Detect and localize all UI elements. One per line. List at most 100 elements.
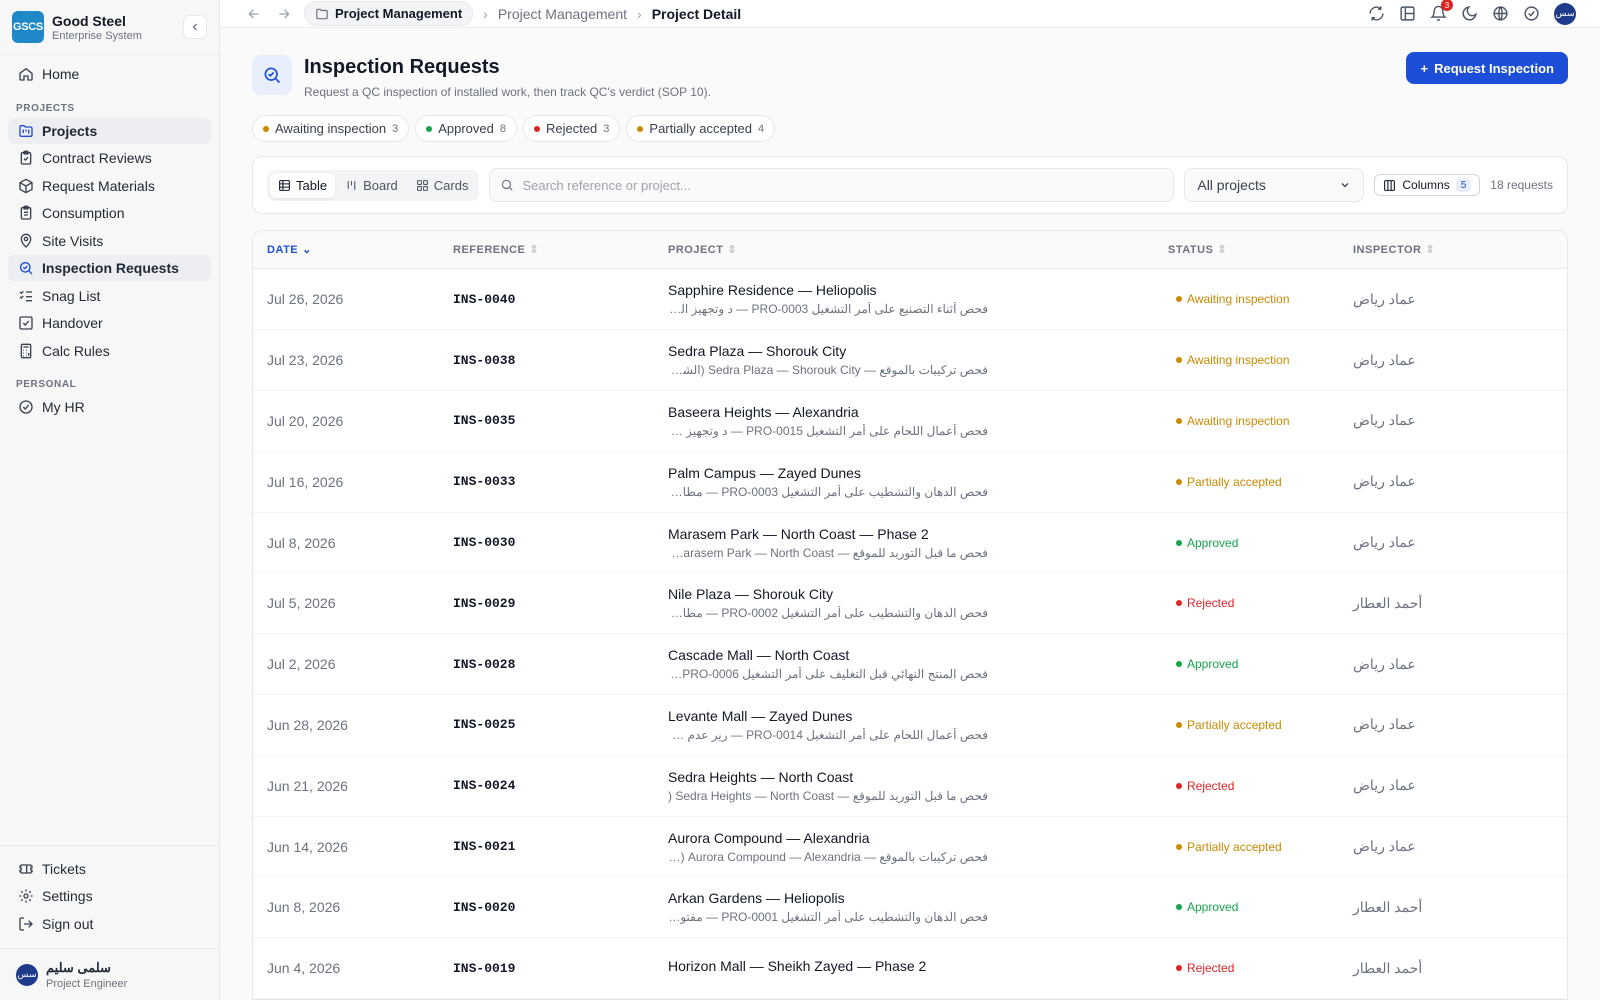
status-badge: Partially accepted	[1168, 475, 1353, 489]
sidebar-item-site-visits[interactable]: Site Visits	[8, 228, 211, 254]
sidebar-item-inspection-requests[interactable]: Inspection Requests	[8, 255, 211, 281]
cell-reference[interactable]: INS-0029	[453, 596, 668, 611]
cell-inspector: عماد رياض	[1353, 351, 1416, 368]
project-name: Sapphire Residence — Heliopolis	[668, 282, 877, 299]
column-header-inspector[interactable]: INSPECTOR ⇕	[1353, 243, 1553, 257]
check-square-icon	[18, 315, 34, 331]
column-header-project[interactable]: PROJECT ⇕	[668, 243, 1168, 257]
table-row[interactable]: Jun 14, 2026 INS-0021 Aurora Compound — …	[253, 817, 1567, 878]
chip-approved[interactable]: Approved 8	[415, 115, 517, 143]
sidebar-item-tickets[interactable]: Tickets	[8, 856, 211, 882]
table-row[interactable]: Jul 26, 2026 INS-0040 Sapphire Residence…	[253, 269, 1567, 331]
cell-reference[interactable]: INS-0024	[453, 778, 668, 793]
table-row[interactable]: Jun 8, 2026 INS-0020 Arkan Gardens — Hel…	[253, 877, 1567, 939]
table-row[interactable]: Jun 4, 2026 INS-0019 Horizon Mall — Shei…	[253, 938, 1567, 999]
project-filter-select[interactable]: All projects	[1184, 168, 1365, 203]
breadcrumb-module-pill[interactable]: Project Management	[304, 1, 474, 27]
globe-icon[interactable]	[1492, 5, 1509, 22]
status-dot	[1176, 600, 1182, 607]
status-dot	[426, 125, 433, 132]
status-badge: Awaiting inspection	[1168, 292, 1353, 306]
sidebar-item-handover[interactable]: Handover	[8, 310, 211, 336]
sidebar-item-home[interactable]: Home	[8, 61, 211, 87]
cell-date: Jun 28, 2026	[267, 716, 348, 733]
table-row[interactable]: Jul 8, 2026 INS-0030 Marasem Park — Nort…	[253, 513, 1567, 574]
cell-inspector: عماد رياض	[1353, 473, 1416, 490]
sidebar-item-sign-out[interactable]: Sign out	[8, 911, 211, 937]
cell-date: Jun 8, 2026	[267, 899, 341, 916]
sidebar-item-contract-reviews[interactable]: Contract Reviews	[8, 145, 211, 171]
cell-reference[interactable]: INS-0038	[453, 353, 668, 368]
clipboard-list-icon	[18, 205, 34, 221]
sidebar-item-settings[interactable]: Settings	[8, 883, 211, 909]
cell-project: Horizon Mall — Sheikh Zayed — Phase 2	[668, 958, 1168, 978]
sidebar-item-label: Home	[42, 66, 80, 82]
collapse-sidebar-button[interactable]	[183, 15, 207, 39]
cell-reference[interactable]: INS-0019	[453, 961, 668, 976]
request-inspection-button[interactable]: + Request Inspection	[1406, 52, 1568, 85]
table-row[interactable]: Jul 2, 2026 INS-0028 Cascade Mall — Nort…	[253, 634, 1567, 696]
chip-partially-accepted[interactable]: Partially accepted 4	[626, 115, 776, 143]
breadcrumb-link[interactable]: Project Management	[498, 6, 627, 22]
forward-arrow-icon[interactable]	[274, 6, 294, 22]
main-area: Project Management › Project Management …	[220, 0, 1600, 1000]
header-label: PROJECT	[668, 243, 724, 256]
cell-reference[interactable]: INS-0035	[453, 413, 668, 428]
avatar: سس	[16, 963, 38, 986]
sidebar-item-my-hr[interactable]: My HR	[8, 394, 211, 420]
columns-button[interactable]: Columns 5	[1374, 174, 1481, 197]
project-description: فحص الدهان والتشطيب على أمر التشغيل PRO-…	[668, 910, 988, 925]
cell-reference[interactable]: INS-0028	[453, 657, 668, 672]
cell-status: Awaiting inspection	[1168, 414, 1353, 428]
back-arrow-icon[interactable]	[244, 6, 264, 22]
topbar-avatar[interactable]: سس	[1554, 2, 1576, 25]
user-profile[interactable]: سس سلمى سليم Project Engineer	[0, 948, 219, 1000]
breadcrumb-module-label: Project Management	[335, 6, 463, 22]
chip-count: 3	[603, 122, 610, 135]
user-name: سلمى سليم	[46, 959, 111, 975]
sidebar-item-snag-list[interactable]: Snag List	[8, 283, 211, 309]
sidebar-item-request-materials[interactable]: Request Materials	[8, 173, 211, 199]
sidebar-bottom-nav: Tickets Settings Sign out	[0, 844, 219, 949]
refresh-icon[interactable]	[1368, 5, 1385, 22]
cell-date: Jul 26, 2026	[267, 291, 344, 308]
apps-grid-icon[interactable]	[1399, 5, 1416, 22]
table-row[interactable]: Jul 16, 2026 INS-0033 Palm Campus — Zaye…	[253, 452, 1567, 513]
column-header-status[interactable]: STATUS ⇕	[1168, 243, 1353, 257]
tab-table[interactable]: Table	[270, 172, 336, 198]
chip-awaiting-inspection[interactable]: Awaiting inspection 3	[252, 115, 410, 143]
sidebar-item-calc-rules[interactable]: Calc Rules	[8, 338, 211, 364]
column-header-reference[interactable]: REFERENCE ⇕	[453, 243, 668, 257]
bell-icon[interactable]: 3	[1430, 0, 1453, 22]
moon-icon[interactable]	[1461, 5, 1478, 22]
tab-label: Table	[296, 177, 328, 193]
project-description: فحص أعمال اللحام على أمر التشغيل PRO-001…	[668, 727, 988, 742]
column-header-date[interactable]: DATE ⌄	[267, 243, 453, 257]
cell-reference[interactable]: INS-0030	[453, 535, 668, 550]
cell-reference[interactable]: INS-0040	[453, 292, 668, 307]
table-row[interactable]: Jun 21, 2026 INS-0024 Sedra Heights — No…	[253, 756, 1567, 817]
cell-reference[interactable]: INS-0033	[453, 474, 668, 489]
tab-cards[interactable]: Cards	[408, 173, 477, 198]
cell-reference[interactable]: INS-0025	[453, 717, 668, 732]
table-row[interactable]: Jun 28, 2026 INS-0025 Levante Mall — Zay…	[253, 695, 1567, 756]
table-row[interactable]: Jul 23, 2026 INS-0038 Sedra Plaza — Shor…	[253, 330, 1567, 392]
sidebar-item-label: Tickets	[42, 860, 86, 877]
table-row[interactable]: Jul 20, 2026 INS-0035 Baseera Heights — …	[253, 391, 1567, 452]
chevron-down-icon	[1339, 179, 1351, 191]
nav-section-projects: PROJECTS	[16, 102, 75, 114]
chip-rejected[interactable]: Rejected 3	[522, 115, 621, 143]
sidebar-item-projects[interactable]: Projects	[8, 117, 211, 144]
table-row[interactable]: Jul 5, 2026 INS-0029 Nile Plaza — Shorou…	[253, 573, 1567, 635]
gear-icon	[18, 888, 34, 904]
sidebar-item-label: Request Materials	[42, 177, 155, 194]
tab-board[interactable]: Board	[337, 173, 406, 198]
sidebar-item-consumption[interactable]: Consumption	[8, 200, 211, 226]
search-input[interactable]	[522, 177, 1164, 193]
status-label: Awaiting inspection	[1187, 413, 1290, 428]
check-circle-icon[interactable]	[1523, 5, 1540, 22]
cell-reference[interactable]: INS-0021	[453, 839, 668, 854]
project-name: Palm Campus — Zayed Dunes	[668, 464, 861, 481]
page-header: Inspection Requests Request a QC inspect…	[252, 52, 1568, 99]
cell-reference[interactable]: INS-0020	[453, 900, 668, 915]
